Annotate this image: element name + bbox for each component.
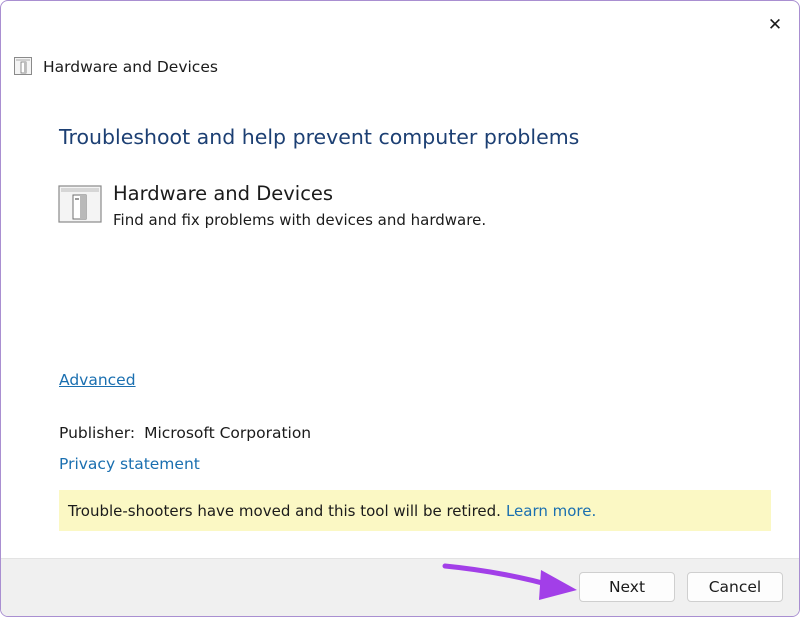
close-button[interactable]: ✕	[759, 9, 791, 41]
close-icon: ✕	[767, 15, 783, 35]
page-heading: Troubleshoot and help prevent computer p…	[59, 125, 580, 149]
learn-more-link[interactable]: Learn more.	[506, 502, 596, 520]
advanced-link[interactable]: Advanced	[59, 371, 136, 389]
publisher-info: Publisher: Microsoft Corporation	[59, 424, 311, 442]
retirement-notice: Trouble-shooters have moved and this too…	[59, 490, 771, 531]
tool-description: Find and fix problems with devices and h…	[113, 211, 487, 229]
publisher-value: Microsoft Corporation	[144, 424, 312, 442]
publisher-label: Publisher:	[59, 424, 136, 442]
window-title: Hardware and Devices	[43, 58, 218, 76]
hardware-devices-icon	[58, 185, 102, 223]
troubleshooter-icon	[14, 57, 32, 75]
next-button[interactable]: Next	[579, 572, 675, 602]
notice-text: Trouble-shooters have moved and this too…	[68, 501, 501, 520]
troubleshooter-window: ✕ Hardware and Devices Troubleshoot and …	[0, 0, 800, 617]
purple-arrow-annotation	[442, 563, 577, 600]
tool-name: Hardware and Devices	[113, 182, 334, 205]
dialog-footer	[1, 558, 799, 616]
cancel-button[interactable]: Cancel	[687, 572, 783, 602]
privacy-statement-link[interactable]: Privacy statement	[59, 455, 200, 473]
